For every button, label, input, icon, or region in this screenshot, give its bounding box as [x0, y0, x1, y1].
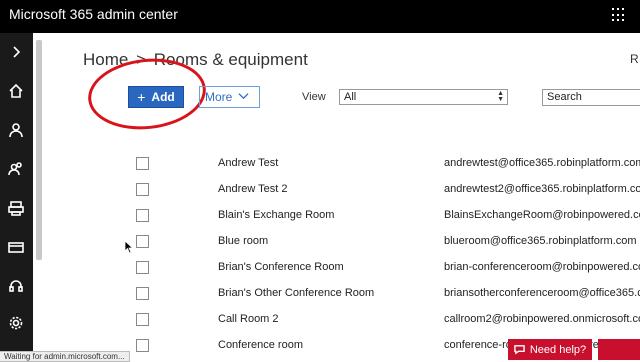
row-checkbox[interactable] [136, 339, 149, 352]
chevron-down-icon [238, 93, 249, 100]
right-edge-truncated-text: R [630, 52, 639, 66]
need-help-button[interactable]: Need help? [508, 339, 592, 360]
table-row[interactable]: Blain's Exchange Room BlainsExchangeRoom@… [0, 206, 640, 226]
row-checkbox[interactable] [136, 287, 149, 300]
table-row[interactable]: Call Room 2 callroom2@robinpowered.onmicr… [0, 310, 640, 330]
row-checkbox[interactable] [136, 313, 149, 326]
row-checkbox[interactable] [136, 209, 149, 222]
table-row[interactable]: Brian's Conference Room brian-conferencer… [0, 258, 640, 278]
chat-bubble-icon [514, 345, 525, 355]
room-name[interactable]: Blain's Exchange Room [218, 209, 334, 221]
search-input[interactable]: Search [542, 89, 640, 106]
row-checkbox[interactable] [136, 183, 149, 196]
table-row[interactable]: Blue room blueroom@office365.robinplatfor… [0, 232, 640, 252]
need-help-label: Need help? [529, 343, 587, 356]
view-label: View [302, 91, 326, 103]
table-row[interactable]: Andrew Test 2 andrewtest2@office365.robin… [0, 180, 640, 200]
home-icon[interactable] [6, 81, 26, 101]
view-selected-value: All [344, 91, 357, 103]
mouse-cursor-icon [124, 240, 134, 254]
room-name[interactable]: Andrew Test [218, 157, 278, 169]
room-name[interactable]: Andrew Test 2 [218, 183, 288, 195]
help-panel-toggle[interactable] [598, 339, 640, 360]
table-row[interactable]: Brian's Other Conference Room briansother… [0, 284, 640, 304]
select-arrows-icon: ▲ ▼ [497, 90, 504, 103]
top-bar: Microsoft 365 admin center [0, 0, 640, 33]
user-icon[interactable] [6, 120, 26, 140]
room-name[interactable]: Blue room [218, 235, 268, 247]
row-checkbox[interactable] [136, 157, 149, 170]
room-email: BlainsExchangeRoom@robinpowered.com [444, 209, 640, 221]
app-title[interactable]: Microsoft 365 admin center [9, 6, 178, 22]
room-name[interactable]: Conference room [218, 339, 303, 351]
row-checkbox[interactable] [136, 261, 149, 274]
room-email: andrewtest2@office365.robinplatform.com [444, 183, 640, 195]
row-checkbox[interactable] [136, 235, 149, 248]
room-name[interactable]: Brian's Conference Room [218, 261, 344, 273]
room-email: callroom2@robinpowered.onmicrosoft.com [444, 313, 640, 325]
room-email: blueroom@office365.robinplatform.com [444, 235, 637, 247]
table-row[interactable]: Andrew Test andrewtest@office365.robinpla… [0, 154, 640, 174]
room-name[interactable]: Call Room 2 [218, 313, 279, 325]
room-name[interactable]: Brian's Other Conference Room [218, 287, 374, 299]
room-email: briansotherconferenceroom@office365.com [444, 287, 640, 299]
expand-chevron-icon[interactable] [6, 42, 26, 62]
nav-scrollbar[interactable] [36, 40, 42, 260]
search-placeholder: Search [547, 91, 582, 103]
view-select[interactable]: All ▲ ▼ [339, 89, 508, 105]
more-dropdown-button[interactable]: More [199, 86, 260, 108]
app-launcher-icon[interactable] [612, 8, 626, 22]
room-email: andrewtest@office365.robinplatform.com [444, 157, 640, 169]
status-bar: Waiting for admin.microsoft.com... [0, 351, 130, 362]
more-label: More [205, 90, 233, 104]
room-email: brian-conferenceroom@robinpowered.com [444, 261, 640, 273]
